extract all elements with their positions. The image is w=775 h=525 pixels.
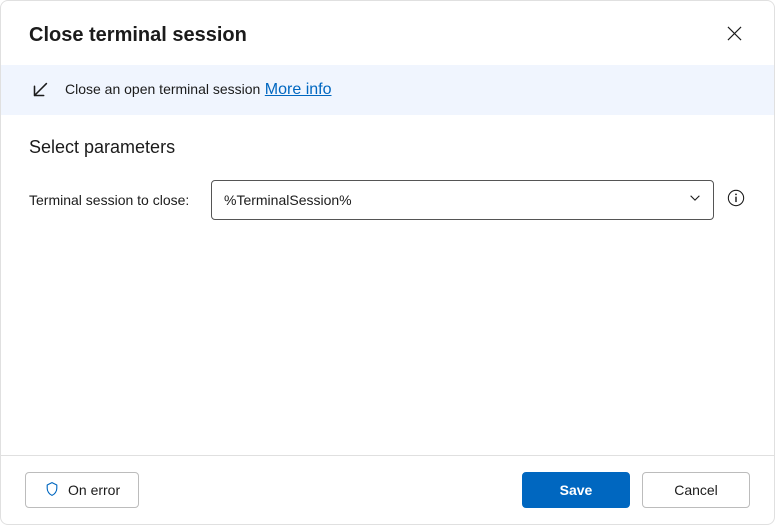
select-value: %TerminalSession% bbox=[224, 192, 352, 208]
on-error-label: On error bbox=[68, 482, 120, 498]
param-row: Terminal session to close: %TerminalSess… bbox=[29, 180, 746, 220]
section-title: Select parameters bbox=[29, 137, 746, 158]
info-bar-description: Close an open terminal session bbox=[65, 81, 260, 97]
save-button[interactable]: Save bbox=[522, 472, 630, 508]
close-button[interactable] bbox=[718, 19, 750, 51]
dialog-footer: On error Save Cancel bbox=[1, 455, 774, 524]
select-box[interactable]: %TerminalSession% bbox=[211, 180, 714, 220]
dialog-title: Close terminal session bbox=[29, 24, 247, 47]
info-icon bbox=[727, 189, 745, 212]
shield-icon bbox=[44, 481, 60, 500]
close-icon bbox=[727, 26, 742, 44]
dialog-content: Select parameters Terminal session to cl… bbox=[1, 115, 774, 455]
cancel-label: Cancel bbox=[674, 482, 718, 498]
on-error-button[interactable]: On error bbox=[25, 472, 139, 508]
dialog-close-terminal-session: Close terminal session Close an open ter… bbox=[0, 0, 775, 525]
more-info-link[interactable]: More info bbox=[265, 81, 332, 98]
arrow-down-left-icon bbox=[29, 79, 51, 101]
dialog-header: Close terminal session bbox=[1, 1, 774, 65]
param-label: Terminal session to close: bbox=[29, 192, 199, 208]
info-bar: Close an open terminal session More info bbox=[1, 65, 774, 115]
save-label: Save bbox=[560, 482, 593, 498]
help-button[interactable] bbox=[726, 190, 746, 210]
cancel-button[interactable]: Cancel bbox=[642, 472, 750, 508]
info-bar-content: Close an open terminal session More info bbox=[65, 81, 332, 99]
terminal-session-select[interactable]: %TerminalSession% bbox=[211, 180, 714, 220]
footer-right: Save Cancel bbox=[522, 472, 750, 508]
